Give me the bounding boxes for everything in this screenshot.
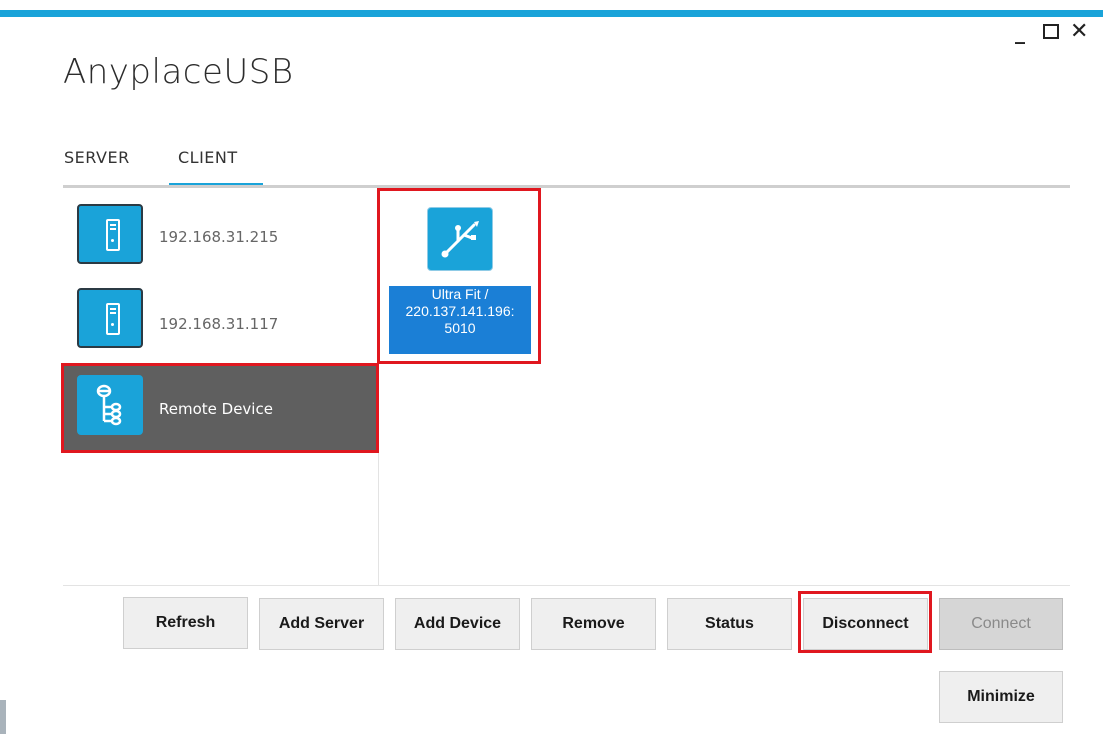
close-window-button[interactable]: ✕ — [1070, 21, 1088, 43]
connect-button[interactable]: Connect — [939, 598, 1063, 650]
remote-device-tree-icon — [77, 375, 143, 435]
window-accent-bar — [0, 10, 1103, 17]
server-icon — [77, 288, 143, 348]
add-device-button[interactable]: Add Device — [395, 598, 520, 650]
disconnect-button[interactable]: Disconnect — [803, 598, 928, 650]
device-name: Ultra Fit / — [431, 286, 489, 302]
minimize-window-button[interactable]: _ — [1015, 22, 1025, 42]
server-list-item[interactable]: 192.168.31.215 — [63, 198, 377, 278]
server-list-item-remote-device[interactable]: Remote Device — [63, 365, 377, 451]
status-button[interactable]: Status — [667, 598, 792, 650]
refresh-button[interactable]: Refresh — [123, 597, 248, 649]
server-label: Remote Device — [159, 400, 273, 418]
tab-server[interactable]: SERVER — [64, 148, 130, 167]
tabs-divider — [63, 185, 1070, 188]
usb-icon — [427, 207, 493, 271]
server-label: 192.168.31.117 — [159, 315, 279, 333]
server-list-item[interactable]: 192.168.31.117 — [63, 282, 377, 362]
device-port: 5010 — [444, 320, 476, 336]
server-icon — [77, 204, 143, 264]
tab-client[interactable]: CLIENT — [178, 148, 238, 167]
device-address: 220.137.141.196: — [405, 303, 515, 319]
pane-divider — [378, 188, 379, 586]
content-bottom-divider — [63, 585, 1070, 586]
server-label: 192.168.31.215 — [159, 228, 279, 246]
app-title: AnyplaceUSB — [63, 52, 294, 92]
usb-device-tile[interactable]: Ultra Fit / 220.137.141.196: 5010 — [386, 193, 532, 357]
add-server-button[interactable]: Add Server — [259, 598, 384, 650]
window-edge — [0, 700, 6, 734]
device-label: Ultra Fit / 220.137.141.196: 5010 — [389, 286, 531, 354]
maximize-window-button[interactable] — [1043, 24, 1059, 39]
remove-button[interactable]: Remove — [531, 598, 656, 650]
minimize-button[interactable]: Minimize — [939, 671, 1063, 723]
